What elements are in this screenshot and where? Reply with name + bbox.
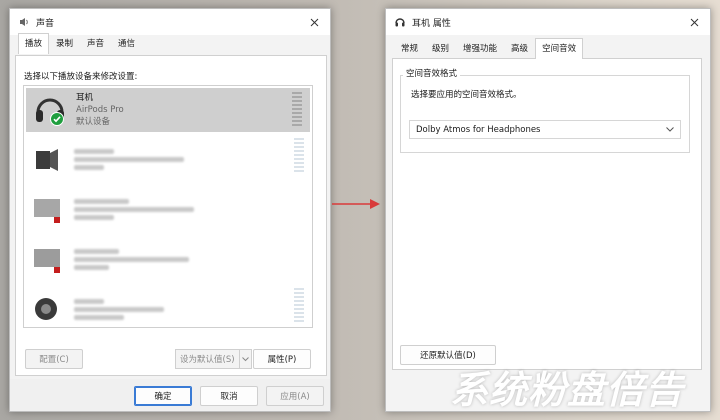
volume-level-meter (292, 92, 302, 128)
device-list[interactable]: 耳机 AirPods Pro 默认设备 (23, 85, 313, 328)
volume-level-meter (294, 138, 304, 174)
set-default-label: 设为默认值(S) (175, 349, 240, 369)
tab-enhancements[interactable]: 增强功能 (456, 38, 504, 58)
device-status: 默认设备 (76, 117, 111, 127)
configure-button[interactable]: 配置(C) (25, 349, 83, 369)
tab-advanced[interactable]: 高级 (504, 38, 535, 58)
set-default-button[interactable]: 设为默认值(S) (175, 349, 252, 369)
tab-sounds[interactable]: 声音 (80, 33, 111, 53)
device-name: 耳机 (76, 93, 94, 103)
cancel-button[interactable]: 取消 (200, 386, 258, 406)
spatial-format-group (400, 75, 690, 153)
close-icon[interactable] (306, 14, 322, 30)
device-item[interactable] (24, 234, 312, 284)
watermark: 系统粉盘倍告 (450, 356, 716, 416)
speaker-icon (30, 291, 66, 327)
tab-strip: 播放 录制 声音 通信 (12, 33, 148, 54)
device-item[interactable] (24, 284, 312, 327)
ok-button[interactable]: 确定 (134, 386, 192, 406)
title-bar: 耳机 属性 (386, 9, 710, 35)
select-value: Dolby Atmos for Headphones (416, 124, 541, 135)
device-item[interactable] (24, 184, 312, 234)
spatial-format-select[interactable]: Dolby Atmos for Headphones (409, 120, 681, 139)
window-title: 耳机 属性 (412, 18, 451, 29)
tab-levels[interactable]: 级别 (425, 38, 456, 58)
properties-button[interactable]: 属性(P) (253, 349, 311, 369)
volume-level-meter (294, 288, 304, 324)
chevron-down-icon (666, 125, 674, 135)
tab-strip: 常规 级别 增强功能 高级 空间音效 (388, 38, 589, 59)
title-bar: 声音 (10, 9, 330, 35)
device-item-headphones[interactable]: 耳机 AirPods Pro 默认设备 (26, 88, 310, 132)
headphones-icon (394, 16, 406, 28)
chevron-down-icon[interactable] (239, 349, 252, 369)
default-check-icon (50, 112, 64, 126)
speaker-icon (18, 16, 30, 28)
apply-button[interactable]: 应用(A) (266, 386, 324, 406)
instruction-text: 选择以下播放设备来修改设置: (24, 72, 138, 82)
tab-recording[interactable]: 录制 (49, 33, 80, 53)
tab-spatial-sound[interactable]: 空间音效 (535, 38, 584, 59)
headphones-icon (32, 92, 68, 128)
window-title: 声音 (36, 18, 55, 29)
tab-communications[interactable]: 通信 (111, 33, 142, 53)
device-item[interactable] (24, 134, 312, 184)
watermark-text: 系统粉盘倍告 (450, 367, 685, 412)
arrow-right-icon (332, 199, 380, 209)
speaker-icon (30, 141, 66, 177)
tab-playback[interactable]: 播放 (18, 33, 50, 54)
monitor-icon (30, 191, 66, 227)
group-label: 空间音效格式 (403, 67, 461, 79)
tab-general[interactable]: 常规 (394, 38, 425, 58)
close-icon[interactable] (686, 14, 702, 30)
group-description: 选择要应用的空间音效格式。 (411, 90, 522, 100)
device-model: AirPods Pro (76, 105, 124, 115)
monitor-icon (30, 241, 66, 277)
